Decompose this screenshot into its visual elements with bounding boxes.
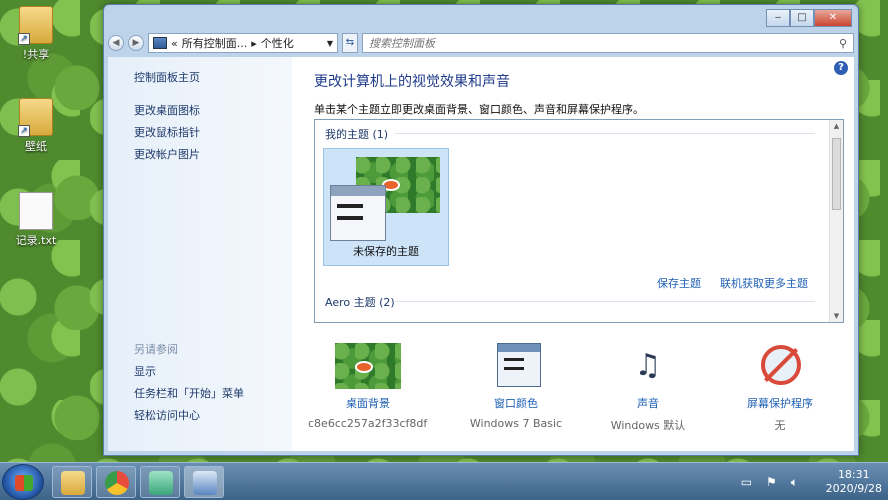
taskbar-explorer[interactable] [52,466,92,498]
address-prefix: « [171,36,178,50]
scroll-up-icon[interactable]: ▲ [830,122,843,130]
theme-list: 我的主题 (1) 未保存的主题 保存主题 联机获取更多主题 Aero 主题 (2… [314,119,844,323]
search-icon[interactable]: ⚲ [839,37,847,50]
window-color-icon [483,343,549,389]
sound-music-icon: ♫ [634,348,662,383]
screensaver-label: 屏幕保护程序 [747,397,813,410]
folder-icon: ↗ [18,98,53,137]
personalization-window: ‒ □ ✕ ◀ ▶ « 所有控制面... ▸ 个性化 ▼ ⇆ ⚲ 控制面板主页 … [103,4,859,456]
desktop-background-thumbnail [335,343,401,389]
window-content: 控制面板主页 更改桌面图标 更改鼠标指针 更改帐户图片 另请参阅 显示 任务栏和… [108,57,854,451]
taskbar-browser[interactable] [96,466,136,498]
main-panel: ? 更改计算机上的视觉效果和声音 单击某个主题立即更改桌面背景、窗口颜色、声音和… [292,57,854,451]
browser-icon [105,471,129,495]
network-icon[interactable]: ▭ [741,475,752,490]
search-box[interactable]: ⚲ [362,33,854,53]
theme-list-scrollbar[interactable]: ▲ ▼ [829,120,843,322]
scrollbar-thumb[interactable] [832,138,841,210]
desktop-icon-wallpaper[interactable]: ↗ 壁纸 [8,98,64,154]
window-color-label: 窗口颜色 [494,397,538,410]
address-bar[interactable]: « 所有控制面... ▸ 个性化 ▼ [148,33,338,53]
screensaver-option[interactable]: 屏幕保护程序 无 [720,343,840,433]
sounds-label: 声音 [637,397,659,410]
start-button[interactable] [2,464,44,500]
get-more-themes-link[interactable]: 联机获取更多主题 [720,275,808,291]
control-panel-icon [193,471,217,495]
taskbar-control-panel[interactable] [184,466,224,498]
sounds-option[interactable]: ♫ 声音 Windows 默认 [588,343,708,433]
sidebar: 控制面板主页 更改桌面图标 更改鼠标指针 更改帐户图片 另请参阅 显示 任务栏和… [108,57,292,451]
screensaver-disabled-icon [747,343,813,389]
control-panel-icon [153,37,167,49]
save-theme-link[interactable]: 保存主题 [657,275,701,291]
text-file-icon [19,192,53,230]
address-part-personalization[interactable]: 个性化 [261,35,294,51]
desktop-icon-label: !共享 [22,48,50,61]
app-icon [149,471,173,495]
address-row: ◀ ▶ « 所有控制面... ▸ 个性化 ▼ ⇆ ⚲ [108,31,854,55]
screensaver-value: 无 [774,419,786,432]
folder-icon: ↗ [18,6,53,45]
desktop-icon-notes[interactable]: 记录.txt [8,192,64,248]
clownfish-icon [355,361,373,373]
shortcut-arrow-icon: ↗ [18,125,30,137]
group-divider [395,301,815,302]
see-also-heading: 另请参阅 [134,343,178,356]
see-also-display[interactable]: 显示 [134,363,156,379]
shortcut-arrow-icon: ↗ [18,33,30,45]
see-also-ease-of-access[interactable]: 轻松访问中心 [134,407,200,423]
refresh-button[interactable]: ⇆ [342,33,358,53]
theme-name: 未保存的主题 [353,245,419,258]
minimize-button[interactable]: ‒ [766,9,790,27]
flag-icon[interactable]: ⚑ [766,475,777,490]
help-icon[interactable]: ? [834,61,848,75]
clock-date: 2020/9/28 [825,482,882,495]
windows-logo-icon [15,475,33,491]
desktop-background-label: 桌面背景 [346,397,390,410]
clock-time: 18:31 [837,468,870,481]
taskbar: ▭ ⚑ 🔈︎ 18:31 2020/9/28 [0,462,888,500]
sidebar-item-change-desktop-icons[interactable]: 更改桌面图标 [134,102,200,118]
address-part-all-control-panel[interactable]: 所有控制面... [182,35,248,51]
explorer-folder-icon [61,471,85,495]
desktop-icon-label: 记录.txt [15,234,57,247]
window-color-value: Windows 7 Basic [469,417,563,430]
scroll-down-icon[interactable]: ▼ [830,312,843,320]
desktop-icon-label: 壁纸 [25,140,47,153]
desktop-background-value: c8e6cc257a2f33cf8dfd... [308,417,428,430]
desktop-background-option[interactable]: 桌面背景 c8e6cc257a2f33cf8dfd... [308,343,428,430]
window-color-option[interactable]: 窗口颜色 Windows 7 Basic [456,343,576,430]
group-divider [395,133,815,134]
caption-buttons: ‒ □ ✕ [766,9,852,27]
volume-icon[interactable]: 🔈︎ [791,475,798,490]
sidebar-item-control-panel-home[interactable]: 控制面板主页 [134,69,200,85]
system-tray: ▭ ⚑ 🔈︎ [741,475,798,490]
page-title: 更改计算机上的视觉效果和声音 [314,74,510,90]
see-also-taskbar-start-menu[interactable]: 任务栏和「开始」菜单 [134,385,244,401]
close-button[interactable]: ✕ [814,9,852,27]
sounds-value: Windows 默认 [610,419,686,432]
sidebar-item-change-mouse-pointers[interactable]: 更改鼠标指针 [134,124,200,140]
address-separator: ▸ [251,36,257,50]
theme-unsaved[interactable]: 未保存的主题 [323,148,449,266]
address-dropdown-icon[interactable]: ▼ [327,39,333,48]
taskbar-app[interactable] [140,466,180,498]
theme-window-preview [330,185,386,241]
page-description: 单击某个主题立即更改桌面背景、窗口颜色、声音和屏幕保护程序。 [314,103,644,116]
back-button[interactable]: ◀ [108,35,124,51]
search-input[interactable] [369,36,839,50]
forward-button[interactable]: ▶ [128,35,144,51]
desktop-icon-share[interactable]: ↗ !共享 [8,6,64,62]
maximize-button[interactable]: □ [790,9,814,27]
sidebar-item-change-account-picture[interactable]: 更改帐户图片 [134,146,200,162]
clock[interactable]: 18:31 2020/9/28 [826,468,882,496]
my-themes-label: 我的主题 (1) [325,128,389,141]
aero-themes-label: Aero 主题 (2) [325,296,395,309]
